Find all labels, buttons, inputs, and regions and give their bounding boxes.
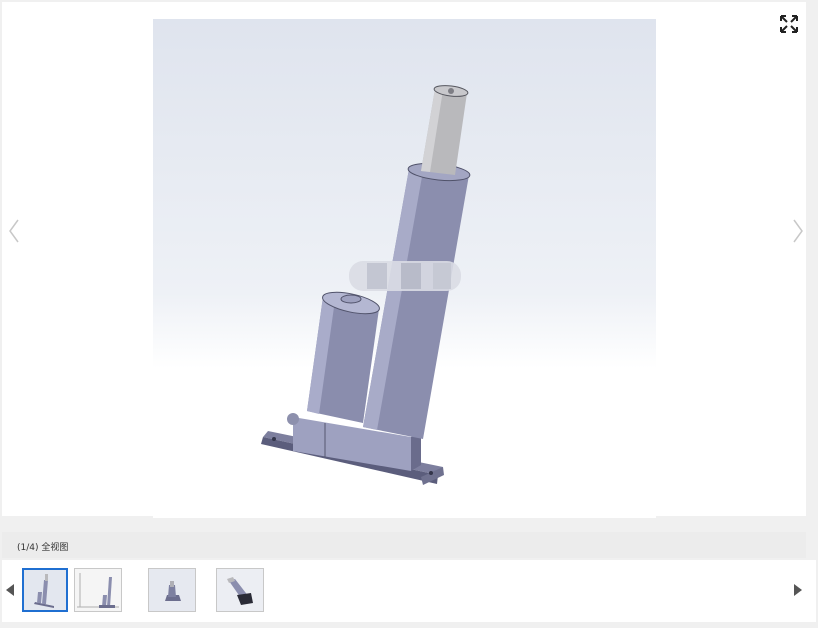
previous-image-button[interactable] xyxy=(6,217,22,245)
fullscreen-button[interactable] xyxy=(778,13,800,35)
linear-actuator-illustration xyxy=(261,85,471,485)
model-render-image xyxy=(153,19,656,518)
chevron-right-icon xyxy=(793,219,803,243)
thumbnail-next-button[interactable] xyxy=(792,582,804,598)
thumbnail-image xyxy=(149,569,195,611)
thumbnail-image xyxy=(24,570,66,610)
image-caption: (1/4) 全视图 xyxy=(17,543,69,553)
thumbnail-2[interactable] xyxy=(74,568,122,612)
thumbnail-strip xyxy=(2,560,816,622)
thumbnail-image xyxy=(217,569,263,611)
image-caption-bar: (1/4) 全视图 xyxy=(2,532,806,558)
next-image-button[interactable] xyxy=(790,217,806,245)
thumbnail-4[interactable] xyxy=(216,568,264,612)
thumbnail-1[interactable] xyxy=(22,568,68,612)
triangle-right-icon xyxy=(794,584,802,596)
triangle-left-icon xyxy=(6,584,14,596)
thumbnail-image xyxy=(75,569,121,611)
thumbnail-prev-button[interactable] xyxy=(4,582,16,598)
chevron-left-icon xyxy=(9,219,19,243)
fullscreen-icon xyxy=(780,15,798,33)
main-image-stage[interactable] xyxy=(2,2,806,518)
thumbnail-3[interactable] xyxy=(148,568,196,612)
image-viewer: (1/4) 全视图 xyxy=(0,0,818,628)
